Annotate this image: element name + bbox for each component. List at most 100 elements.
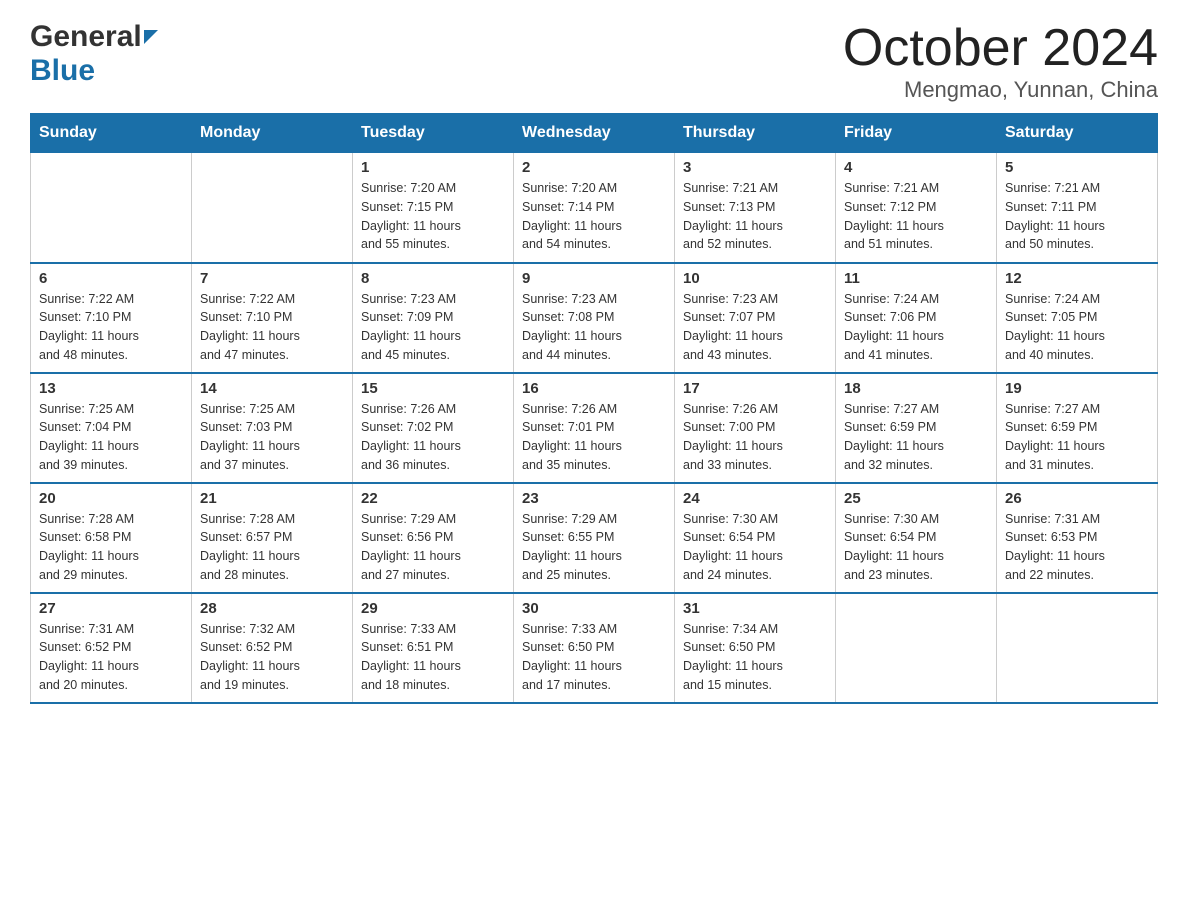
calendar-cell: 23 Sunrise: 7:29 AM Sunset: 6:55 PM Dayli…	[514, 483, 675, 593]
day-number: 8	[361, 270, 505, 287]
day-info: Sunrise: 7:28 AM Sunset: 6:58 PM Dayligh…	[39, 510, 183, 585]
header-friday: Friday	[836, 114, 997, 153]
calendar-cell	[192, 153, 353, 263]
header-sunday: Sunday	[31, 114, 192, 153]
day-info: Sunrise: 7:32 AM Sunset: 6:52 PM Dayligh…	[200, 620, 344, 695]
calendar-week-5: 27 Sunrise: 7:31 AM Sunset: 6:52 PM Dayli…	[31, 593, 1158, 703]
day-info: Sunrise: 7:21 AM Sunset: 7:13 PM Dayligh…	[683, 179, 827, 254]
calendar-cell	[997, 593, 1158, 703]
location-text: Mengmao, Yunnan, China	[843, 77, 1158, 103]
day-info: Sunrise: 7:30 AM Sunset: 6:54 PM Dayligh…	[683, 510, 827, 585]
day-number: 2	[522, 159, 666, 176]
day-number: 9	[522, 270, 666, 287]
calendar-cell: 6Sunrise: 7:22 AM Sunset: 7:10 PM Daylig…	[31, 263, 192, 373]
day-info: Sunrise: 7:33 AM Sunset: 6:50 PM Dayligh…	[522, 620, 666, 695]
day-info: Sunrise: 7:20 AM Sunset: 7:14 PM Dayligh…	[522, 179, 666, 254]
calendar-week-4: 20 Sunrise: 7:28 AM Sunset: 6:58 PM Dayli…	[31, 483, 1158, 593]
calendar-cell: 3 Sunrise: 7:21 AM Sunset: 7:13 PM Daylig…	[675, 153, 836, 263]
calendar-cell: 25Sunrise: 7:30 AM Sunset: 6:54 PM Dayli…	[836, 483, 997, 593]
calendar-week-2: 6 Sunrise: 7:22 AM Sunset: 7:10 PM Daylig…	[31, 263, 1158, 373]
day-info: Sunrise: 7:23 AM Sunset: 7:08 PM Dayligh…	[522, 290, 666, 365]
calendar-header-row: SundayMondayTuesdayWednesdayThursdayFrid…	[31, 114, 1158, 153]
day-info: Sunrise: 7:31 AM Sunset: 6:52 PM Dayligh…	[39, 620, 183, 695]
calendar-cell: 31Sunrise: 7:34 AM Sunset: 6:50 PM Dayli…	[675, 593, 836, 703]
day-number: 3	[683, 159, 827, 176]
logo: General Blue	[30, 20, 158, 88]
header-thursday: Thursday	[675, 114, 836, 153]
header-wednesday: Wednesday	[514, 114, 675, 153]
calendar-cell: 11 Sunrise: 7:24 AM Sunset: 7:06 PM Dayli…	[836, 263, 997, 373]
day-info: Sunrise: 7:21 AM Sunset: 7:12 PM Dayligh…	[844, 179, 988, 254]
day-number: 27	[39, 600, 183, 617]
calendar-week-1: 1Sunrise: 7:20 AM Sunset: 7:15 PM Daylig…	[31, 153, 1158, 263]
calendar-cell: 1Sunrise: 7:20 AM Sunset: 7:15 PM Daylig…	[353, 153, 514, 263]
day-number: 30	[522, 600, 666, 617]
day-info: Sunrise: 7:23 AM Sunset: 7:07 PM Dayligh…	[683, 290, 827, 365]
calendar-cell: 24Sunrise: 7:30 AM Sunset: 6:54 PM Dayli…	[675, 483, 836, 593]
day-info: Sunrise: 7:27 AM Sunset: 6:59 PM Dayligh…	[844, 400, 988, 475]
logo-arrow-icon	[144, 30, 158, 44]
day-number: 12	[1005, 270, 1149, 287]
calendar-cell	[836, 593, 997, 703]
day-number: 11	[844, 270, 988, 287]
calendar-table: SundayMondayTuesdayWednesdayThursdayFrid…	[30, 113, 1158, 704]
day-info: Sunrise: 7:22 AM Sunset: 7:10 PM Dayligh…	[200, 290, 344, 365]
calendar-cell: 17 Sunrise: 7:26 AM Sunset: 7:00 PM Dayli…	[675, 373, 836, 483]
calendar-cell: 2 Sunrise: 7:20 AM Sunset: 7:14 PM Daylig…	[514, 153, 675, 263]
calendar-week-3: 13Sunrise: 7:25 AM Sunset: 7:04 PM Dayli…	[31, 373, 1158, 483]
calendar-cell: 29 Sunrise: 7:33 AM Sunset: 6:51 PM Dayli…	[353, 593, 514, 703]
day-number: 10	[683, 270, 827, 287]
calendar-cell: 15Sunrise: 7:26 AM Sunset: 7:02 PM Dayli…	[353, 373, 514, 483]
page-header: General Blue October 2024 Mengmao, Yunna…	[30, 20, 1158, 103]
calendar-cell: 7 Sunrise: 7:22 AM Sunset: 7:10 PM Daylig…	[192, 263, 353, 373]
logo-blue-row: Blue	[30, 54, 158, 88]
header-monday: Monday	[192, 114, 353, 153]
day-number: 23	[522, 490, 666, 507]
calendar-cell: 28 Sunrise: 7:32 AM Sunset: 6:52 PM Dayli…	[192, 593, 353, 703]
day-info: Sunrise: 7:31 AM Sunset: 6:53 PM Dayligh…	[1005, 510, 1149, 585]
calendar-cell: 14Sunrise: 7:25 AM Sunset: 7:03 PM Dayli…	[192, 373, 353, 483]
calendar-cell: 5Sunrise: 7:21 AM Sunset: 7:11 PM Daylig…	[997, 153, 1158, 263]
calendar-cell: 26 Sunrise: 7:31 AM Sunset: 6:53 PM Dayli…	[997, 483, 1158, 593]
day-info: Sunrise: 7:25 AM Sunset: 7:03 PM Dayligh…	[200, 400, 344, 475]
day-info: Sunrise: 7:20 AM Sunset: 7:15 PM Dayligh…	[361, 179, 505, 254]
day-info: Sunrise: 7:25 AM Sunset: 7:04 PM Dayligh…	[39, 400, 183, 475]
logo-general-text: General	[30, 20, 142, 54]
day-number: 17	[683, 380, 827, 397]
day-number: 4	[844, 159, 988, 176]
day-number: 29	[361, 600, 505, 617]
day-info: Sunrise: 7:33 AM Sunset: 6:51 PM Dayligh…	[361, 620, 505, 695]
header-saturday: Saturday	[997, 114, 1158, 153]
header-tuesday: Tuesday	[353, 114, 514, 153]
day-info: Sunrise: 7:23 AM Sunset: 7:09 PM Dayligh…	[361, 290, 505, 365]
day-info: Sunrise: 7:28 AM Sunset: 6:57 PM Dayligh…	[200, 510, 344, 585]
day-number: 31	[683, 600, 827, 617]
day-info: Sunrise: 7:26 AM Sunset: 7:00 PM Dayligh…	[683, 400, 827, 475]
day-number: 22	[361, 490, 505, 507]
day-number: 19	[1005, 380, 1149, 397]
day-number: 16	[522, 380, 666, 397]
day-number: 6	[39, 270, 183, 287]
calendar-cell: 19 Sunrise: 7:27 AM Sunset: 6:59 PM Dayli…	[997, 373, 1158, 483]
calendar-cell: 8 Sunrise: 7:23 AM Sunset: 7:09 PM Daylig…	[353, 263, 514, 373]
month-title: October 2024	[843, 20, 1158, 77]
calendar-cell: 21Sunrise: 7:28 AM Sunset: 6:57 PM Dayli…	[192, 483, 353, 593]
day-number: 20	[39, 490, 183, 507]
day-number: 28	[200, 600, 344, 617]
day-info: Sunrise: 7:27 AM Sunset: 6:59 PM Dayligh…	[1005, 400, 1149, 475]
calendar-cell: 18Sunrise: 7:27 AM Sunset: 6:59 PM Dayli…	[836, 373, 997, 483]
calendar-cell: 20 Sunrise: 7:28 AM Sunset: 6:58 PM Dayli…	[31, 483, 192, 593]
day-number: 15	[361, 380, 505, 397]
day-number: 5	[1005, 159, 1149, 176]
day-info: Sunrise: 7:26 AM Sunset: 7:01 PM Dayligh…	[522, 400, 666, 475]
calendar-cell: 27 Sunrise: 7:31 AM Sunset: 6:52 PM Dayli…	[31, 593, 192, 703]
day-info: Sunrise: 7:29 AM Sunset: 6:55 PM Dayligh…	[522, 510, 666, 585]
day-info: Sunrise: 7:29 AM Sunset: 6:56 PM Dayligh…	[361, 510, 505, 585]
calendar-cell: 4 Sunrise: 7:21 AM Sunset: 7:12 PM Daylig…	[836, 153, 997, 263]
day-number: 26	[1005, 490, 1149, 507]
calendar-cell: 30 Sunrise: 7:33 AM Sunset: 6:50 PM Dayli…	[514, 593, 675, 703]
title-block: October 2024 Mengmao, Yunnan, China	[843, 20, 1158, 103]
day-info: Sunrise: 7:24 AM Sunset: 7:06 PM Dayligh…	[844, 290, 988, 365]
day-number: 25	[844, 490, 988, 507]
day-number: 7	[200, 270, 344, 287]
